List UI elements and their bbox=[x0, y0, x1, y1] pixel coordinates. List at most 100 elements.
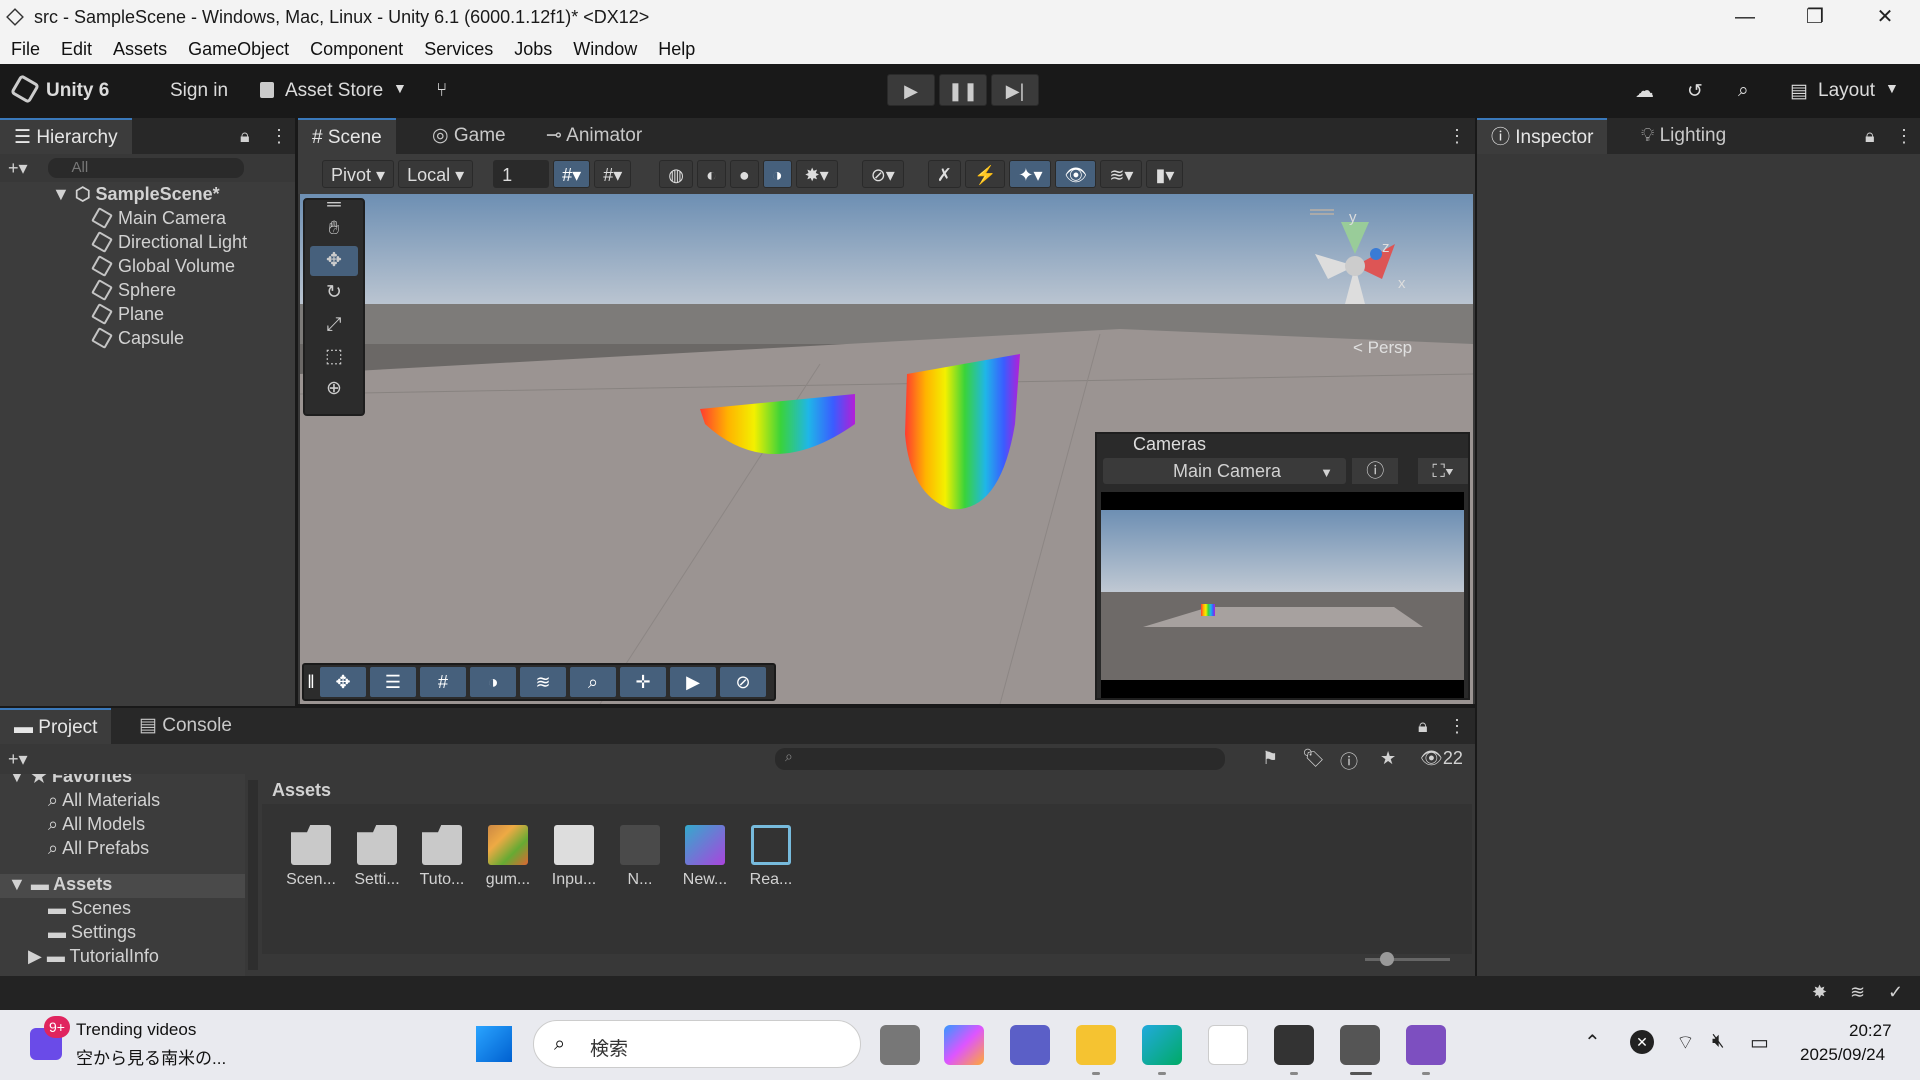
asset-item[interactable]: Rea... bbox=[741, 825, 801, 889]
tab-lighting[interactable]: 💡︎ Lighting bbox=[1627, 118, 1740, 154]
chevron-up-icon[interactable]: ⌃ bbox=[1584, 1030, 1601, 1055]
scale-tool-icon[interactable]: ⤢ bbox=[310, 310, 358, 340]
shading-icon[interactable]: ◑ bbox=[470, 667, 516, 697]
menu-window[interactable]: Window bbox=[562, 34, 647, 60]
menu-services[interactable]: Services bbox=[413, 34, 503, 60]
tab-animator[interactable]: ⊸ Animator bbox=[532, 118, 656, 154]
tab-inspector[interactable]: ⓘ Inspector bbox=[1477, 118, 1608, 154]
transform-tool-icon[interactable]: ⊕ bbox=[310, 374, 358, 404]
asset-item[interactable]: Inpu... bbox=[544, 825, 604, 889]
zoom-slider-handle[interactable] bbox=[1380, 952, 1394, 966]
audio-toggle-icon[interactable]: ⚡ bbox=[964, 160, 1006, 188]
layers-icon[interactable]: ≋▾ bbox=[1100, 160, 1143, 188]
tab-scene[interactable]: # Scene bbox=[298, 118, 396, 154]
favorite-item[interactable]: ⌕ All Prefabs bbox=[0, 838, 245, 862]
menu-assets[interactable]: Assets bbox=[102, 34, 177, 60]
asset-breadcrumb[interactable]: Assets bbox=[262, 774, 1472, 804]
move-tool-icon[interactable]: ✥ bbox=[310, 246, 358, 276]
close-circle-icon[interactable]: ✕ bbox=[1630, 1030, 1654, 1054]
assets-root-item[interactable]: ▼ ▬ Assets bbox=[0, 874, 245, 898]
info-icon[interactable]: ⓘ bbox=[1352, 458, 1399, 484]
lock-icon[interactable]: 🔒︎ bbox=[1865, 126, 1875, 147]
add-icon[interactable]: +▾ bbox=[8, 158, 28, 179]
favorites-header[interactable]: ▼ ★ Favorites bbox=[0, 774, 245, 790]
fit-view-icon[interactable]: ⛶▾ bbox=[1418, 458, 1468, 484]
asset-item[interactable]: N... bbox=[610, 825, 670, 889]
more-options-icon[interactable]: ⋮ bbox=[270, 126, 288, 147]
folder-item[interactable]: ▬ Scenes bbox=[0, 898, 245, 922]
asset-item[interactable]: New... bbox=[675, 825, 735, 889]
increment-snap-button[interactable]: #▾ bbox=[594, 160, 632, 188]
minimize-button[interactable]: — bbox=[1710, 0, 1780, 34]
favorite-item[interactable]: ⌕ All Models bbox=[0, 814, 245, 838]
folder-item[interactable]: ▬ Settings bbox=[0, 922, 245, 946]
list-item[interactable]: Plane bbox=[0, 302, 295, 326]
scene-camera-icon[interactable]: ⊘▾ bbox=[861, 160, 904, 188]
pivot-overlay-icon[interactable]: ✛ bbox=[620, 667, 666, 697]
list-item[interactable]: Directional Light bbox=[0, 230, 295, 254]
zoom-icon[interactable]: ⌕ bbox=[570, 667, 616, 697]
layers-overlay-icon[interactable]: ≋ bbox=[520, 667, 566, 697]
taskbar-search-input[interactable]: ⌕ 検索 bbox=[533, 1020, 861, 1068]
menu-file[interactable]: File bbox=[0, 34, 50, 60]
asset-store-button[interactable]: Asset Store bbox=[285, 80, 383, 102]
clock-date[interactable]: 2025/09/24 bbox=[1800, 1045, 1885, 1065]
grid-overlay-icon[interactable]: # bbox=[420, 667, 466, 697]
tree-scrollbar[interactable] bbox=[248, 780, 258, 970]
tab-hierarchy[interactable]: ☰ Hierarchy bbox=[0, 118, 132, 154]
rect-tool-icon[interactable]: ⬚ bbox=[310, 342, 358, 372]
visibility-eye-icon[interactable]: 👁︎ bbox=[1055, 160, 1097, 188]
unity-hub-icon[interactable] bbox=[1274, 1025, 1314, 1065]
cloud-icon[interactable]: ☁ bbox=[1635, 80, 1654, 103]
tab-project[interactable]: ▬ Project bbox=[0, 708, 112, 744]
draw-mode-shaded-wire-icon[interactable]: ◐ bbox=[696, 160, 726, 188]
history-icon[interactable]: ↺ bbox=[1687, 80, 1703, 103]
menu-jobs[interactable]: Jobs bbox=[503, 34, 562, 60]
asset-item[interactable]: Setti... bbox=[347, 825, 407, 889]
list-item[interactable]: Main Camera bbox=[0, 206, 295, 230]
pivot-dropdown[interactable]: Pivot ▾ bbox=[322, 160, 395, 188]
check-icon[interactable]: ✓ bbox=[1888, 982, 1903, 1003]
hierarchy-search-input[interactable]: All bbox=[47, 158, 244, 178]
gizmos-camera-icon[interactable]: ▮▾ bbox=[1146, 160, 1184, 188]
news-title[interactable]: Trending videos bbox=[76, 1020, 196, 1040]
hand-tool-icon[interactable]: ✋︎ bbox=[310, 214, 358, 244]
layout-arrow-icon[interactable]: ▼ bbox=[1885, 80, 1899, 96]
battery-icon[interactable]: ▭ bbox=[1750, 1030, 1769, 1055]
folder-item[interactable]: ▶ ▬ TutorialInfo bbox=[0, 946, 245, 970]
menu-gameobject[interactable]: GameObject bbox=[177, 34, 299, 60]
draw-mode-shaded-icon[interactable]: ● bbox=[729, 160, 759, 188]
close-button[interactable]: ✕ bbox=[1850, 0, 1920, 34]
version-control-icon[interactable]: ⑂ bbox=[436, 80, 447, 102]
unity-editor-icon[interactable] bbox=[1340, 1025, 1380, 1065]
more-options-icon[interactable]: ⋮ bbox=[1448, 126, 1466, 147]
draw-mode-wireframe-icon[interactable]: ◍ bbox=[659, 160, 693, 188]
scene-root-item[interactable]: ▼ ⬡ SampleScene* bbox=[0, 182, 295, 206]
zoom-slider[interactable] bbox=[1365, 958, 1450, 961]
restore-button[interactable]: ❐ bbox=[1780, 0, 1850, 34]
camera-overlay-icon[interactable]: ▶ bbox=[670, 667, 716, 697]
lock-icon[interactable]: 🔒︎ bbox=[240, 126, 250, 147]
filter-label-icon[interactable]: 🏷︎ bbox=[1302, 748, 1325, 769]
effects-toggle-icon[interactable]: ✦▾ bbox=[1009, 160, 1052, 188]
dropdown-arrow-icon[interactable]: ▼ bbox=[393, 80, 407, 96]
file-explorer-icon[interactable] bbox=[1076, 1025, 1116, 1065]
persp-label[interactable]: < Persp bbox=[1353, 338, 1412, 357]
list-item[interactable]: Global Volume bbox=[0, 254, 295, 278]
grid-size-input[interactable]: 1 bbox=[493, 160, 550, 188]
tab-game[interactable]: ◎ Game bbox=[418, 118, 520, 154]
edge-icon[interactable] bbox=[1142, 1025, 1182, 1065]
mute-icon[interactable]: 🔇︎ bbox=[1712, 1030, 1725, 1053]
teams-icon[interactable] bbox=[1010, 1025, 1050, 1065]
warning-icon[interactable]: ⓘ bbox=[1340, 748, 1358, 774]
list-item[interactable]: Sphere bbox=[0, 278, 295, 302]
wifi-icon[interactable]: ⌔ bbox=[1676, 1030, 1695, 1055]
play-button[interactable]: ▶ bbox=[887, 74, 935, 106]
task-view-icon[interactable] bbox=[880, 1025, 920, 1065]
pause-button[interactable]: ❚❚ bbox=[939, 74, 987, 106]
layout-dropdown[interactable]: Layout bbox=[1818, 80, 1875, 102]
menu-help[interactable]: Help bbox=[647, 34, 705, 60]
local-dropdown[interactable]: Local ▾ bbox=[398, 160, 474, 188]
list-item[interactable]: Capsule bbox=[0, 326, 295, 350]
search-icon[interactable]: ⌕ bbox=[1738, 80, 1749, 102]
